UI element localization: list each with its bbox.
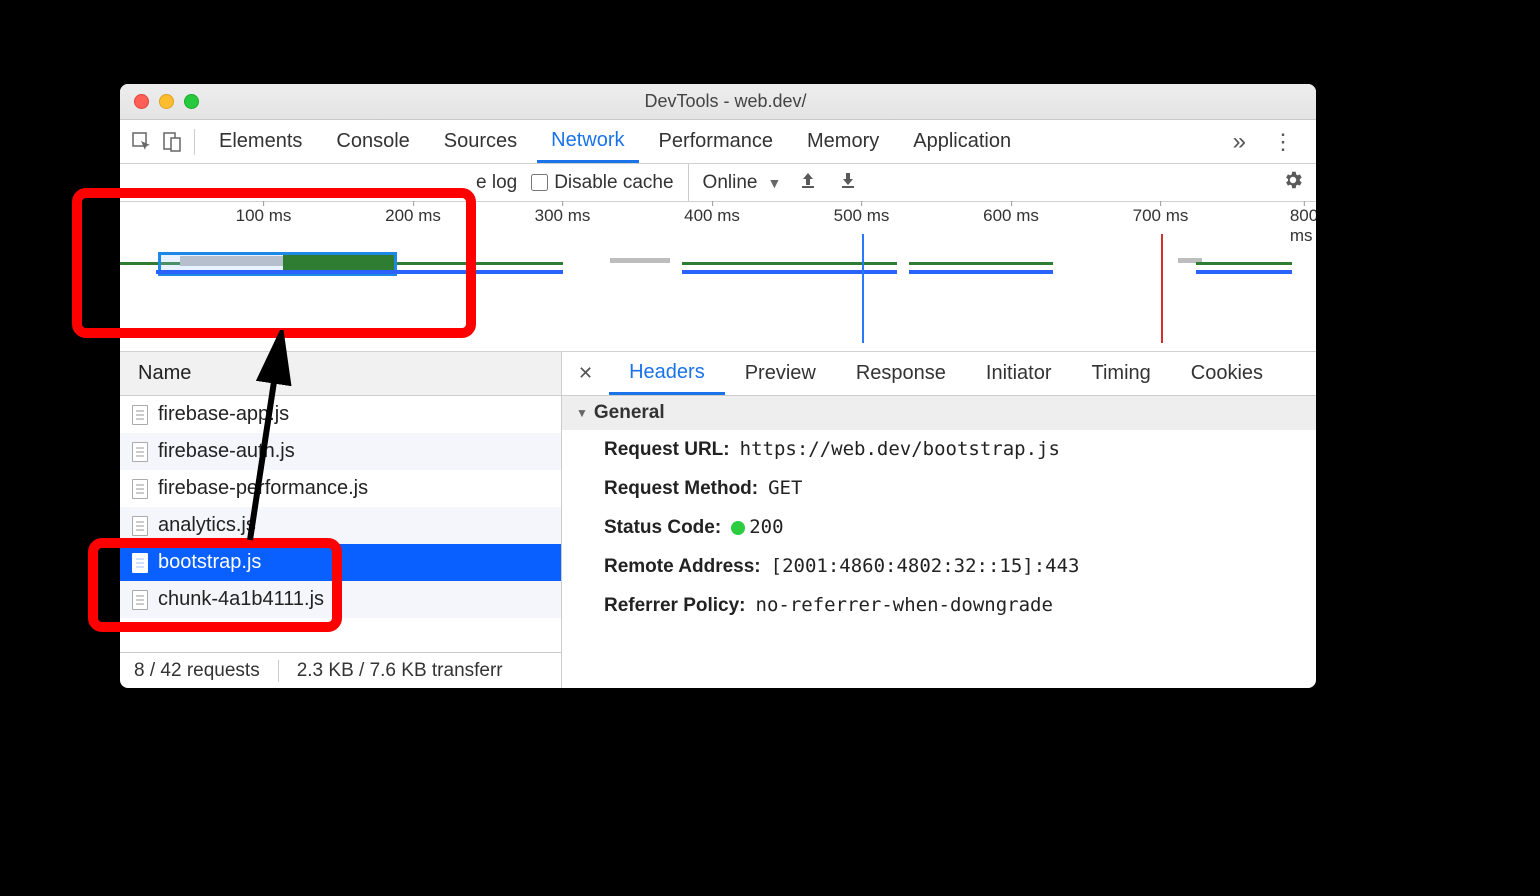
request-name: firebase-auth.js bbox=[158, 440, 295, 463]
request-row[interactable]: firebase-app.js bbox=[120, 396, 561, 433]
network-toolbar: e log Disable cache Online ▼ bbox=[120, 164, 1316, 202]
request-row[interactable]: analytics.js bbox=[120, 507, 561, 544]
kv-remote-address: Remote Address:[2001:4860:4802:32::15]:4… bbox=[562, 547, 1316, 586]
request-detail-pane: ✕ Headers Preview Response Initiator Tim… bbox=[562, 352, 1316, 688]
inspect-element-icon[interactable] bbox=[130, 132, 154, 152]
throttling-dropdown[interactable]: Online ▼ bbox=[688, 164, 782, 201]
tick-300ms: 300 ms bbox=[535, 206, 591, 226]
tab-memory[interactable]: Memory bbox=[793, 120, 893, 163]
file-icon bbox=[132, 590, 148, 610]
request-list: firebase-app.js firebase-auth.js firebas… bbox=[120, 396, 561, 652]
chevron-down-icon: ▼ bbox=[767, 175, 781, 191]
more-tabs-button[interactable]: » bbox=[1225, 128, 1254, 156]
status-dot-icon bbox=[731, 521, 745, 535]
kv-request-url: Request URL:https://web.dev/bootstrap.js bbox=[562, 430, 1316, 469]
file-icon bbox=[132, 479, 148, 499]
tab-console[interactable]: Console bbox=[322, 120, 423, 163]
tick-500ms: 500 ms bbox=[834, 206, 890, 226]
tab-performance[interactable]: Performance bbox=[645, 120, 788, 163]
disable-cache-checkbox[interactable]: Disable cache bbox=[531, 172, 673, 194]
status-transferred: 2.3 KB / 7.6 KB transferr bbox=[297, 660, 503, 682]
download-har-icon[interactable] bbox=[835, 171, 861, 195]
disclosure-triangle-icon: ▼ bbox=[576, 406, 588, 420]
detail-tab-cookies[interactable]: Cookies bbox=[1171, 352, 1283, 395]
status-requests: 8 / 42 requests bbox=[134, 660, 260, 682]
customize-menu-button[interactable]: ⋮ bbox=[1260, 129, 1306, 155]
request-name: bootstrap.js bbox=[158, 551, 261, 574]
file-icon bbox=[132, 442, 148, 462]
file-icon bbox=[132, 405, 148, 425]
request-name: firebase-app.js bbox=[158, 403, 289, 426]
content-area: Name firebase-app.js firebase-auth.js fi… bbox=[120, 352, 1316, 688]
preserve-log-checkbox[interactable]: e log bbox=[476, 172, 517, 194]
detail-tabs: ✕ Headers Preview Response Initiator Tim… bbox=[562, 352, 1316, 396]
device-toolbar-icon[interactable] bbox=[160, 132, 184, 152]
request-name: analytics.js bbox=[158, 514, 256, 537]
traffic-lights bbox=[134, 94, 199, 109]
divider bbox=[194, 129, 195, 155]
maximize-window-button[interactable] bbox=[184, 94, 199, 109]
tick-700ms: 700 ms bbox=[1133, 206, 1189, 226]
section-general-title: General bbox=[594, 402, 665, 424]
column-header-name[interactable]: Name bbox=[120, 352, 561, 396]
kv-request-method: Request Method:GET bbox=[562, 469, 1316, 508]
tab-sources[interactable]: Sources bbox=[430, 120, 531, 163]
tab-network[interactable]: Network bbox=[537, 120, 638, 163]
settings-icon[interactable] bbox=[1282, 169, 1304, 197]
devtools-window: DevTools - web.dev/ Elements Console Sou… bbox=[120, 84, 1316, 688]
detail-tab-timing[interactable]: Timing bbox=[1072, 352, 1171, 395]
detail-tab-initiator[interactable]: Initiator bbox=[966, 352, 1072, 395]
request-list-pane: Name firebase-app.js firebase-auth.js fi… bbox=[120, 352, 562, 688]
tab-application[interactable]: Application bbox=[899, 120, 1025, 163]
timeline-overview[interactable]: 100 ms 200 ms 300 ms 400 ms 500 ms 600 m… bbox=[120, 202, 1316, 352]
request-name: firebase-performance.js bbox=[158, 477, 368, 500]
request-row[interactable]: firebase-auth.js bbox=[120, 433, 561, 470]
minimize-window-button[interactable] bbox=[159, 94, 174, 109]
timeline-ticks: 100 ms 200 ms 300 ms 400 ms 500 ms 600 m… bbox=[120, 206, 1316, 230]
preserve-log-label: e log bbox=[476, 172, 517, 194]
file-icon bbox=[132, 553, 148, 573]
upload-har-icon[interactable] bbox=[795, 171, 821, 195]
kv-status-code: Status Code:200 bbox=[562, 508, 1316, 547]
close-detail-button[interactable]: ✕ bbox=[562, 363, 609, 384]
detail-tab-preview[interactable]: Preview bbox=[725, 352, 836, 395]
kv-referrer-policy: Referrer Policy:no-referrer-when-downgra… bbox=[562, 586, 1316, 625]
disable-cache-label: Disable cache bbox=[554, 172, 673, 194]
section-general-header[interactable]: ▼ General bbox=[562, 396, 1316, 430]
request-row[interactable]: chunk-4a1b4111.js bbox=[120, 581, 561, 618]
request-name: chunk-4a1b4111.js bbox=[158, 588, 324, 611]
status-bar: 8 / 42 requests 2.3 KB / 7.6 KB transfer… bbox=[120, 652, 561, 688]
close-window-button[interactable] bbox=[134, 94, 149, 109]
window-title: DevTools - web.dev/ bbox=[199, 91, 1302, 112]
file-icon bbox=[132, 516, 148, 536]
detail-tab-response[interactable]: Response bbox=[836, 352, 966, 395]
tick-200ms: 200 ms bbox=[385, 206, 441, 226]
tick-400ms: 400 ms bbox=[684, 206, 740, 226]
divider bbox=[278, 660, 279, 682]
throttling-value: Online bbox=[703, 172, 758, 194]
timeline-chart bbox=[120, 234, 1316, 351]
tick-500ms: 600 ms bbox=[983, 206, 1039, 226]
detail-tab-headers[interactable]: Headers bbox=[609, 352, 725, 395]
request-row[interactable]: firebase-performance.js bbox=[120, 470, 561, 507]
request-row-selected[interactable]: bootstrap.js bbox=[120, 544, 561, 581]
tab-elements[interactable]: Elements bbox=[205, 120, 316, 163]
titlebar: DevTools - web.dev/ bbox=[120, 84, 1316, 120]
tick-100ms: 100 ms bbox=[236, 206, 292, 226]
main-tabbar: Elements Console Sources Network Perform… bbox=[120, 120, 1316, 164]
